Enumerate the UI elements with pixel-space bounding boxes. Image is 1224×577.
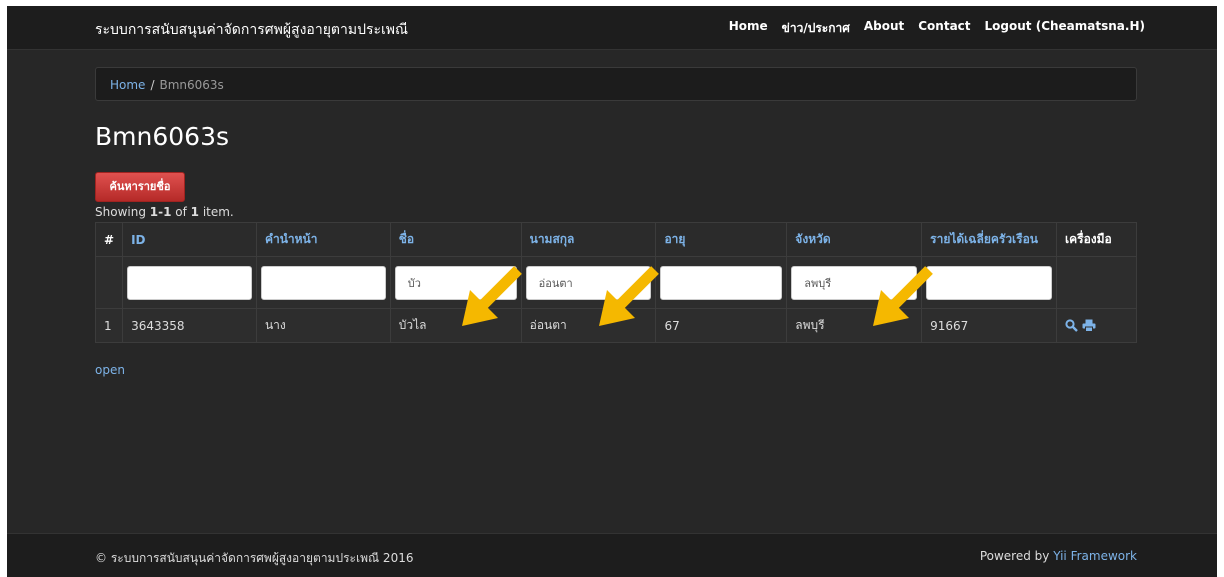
nav-home[interactable]: Home xyxy=(729,19,768,38)
filter-empty-cell xyxy=(1056,256,1137,309)
grid-summary: Showing 1-1 of 1 item. xyxy=(95,205,234,219)
col-header-number: # xyxy=(94,222,124,257)
footer: © ระบบการสนับสนุนค่าจัดการศพผู้สูงอายุตา… xyxy=(7,533,1217,577)
footer-copyright: © ระบบการสนับสนุนค่าจัดการศพผู้สูงอายุตา… xyxy=(95,551,414,565)
annotation-arrow-icon xyxy=(462,266,522,326)
col-header-tools: เครื่องมือ xyxy=(1056,222,1137,257)
search-names-button[interactable]: ค้นหารายชื่อ xyxy=(95,172,185,202)
breadcrumb-separator: / xyxy=(150,78,155,92)
header-row: # ID คำนำหน้า ชื่อ นามสกุล อายุ จังหวัด … xyxy=(94,222,1137,257)
cell-prefix: นาง xyxy=(255,308,391,343)
summary-middle: of xyxy=(171,205,191,219)
col-header-age[interactable]: อายุ xyxy=(655,222,788,257)
cell-number: 1 xyxy=(94,308,124,343)
breadcrumb-home-link[interactable]: Home xyxy=(110,78,145,92)
cell-tools xyxy=(1056,308,1137,343)
app-window: ระบบการสนับสนุนค่าจัดการศพผู้สูงอายุตามป… xyxy=(7,6,1217,577)
filter-age-input[interactable] xyxy=(660,265,783,300)
filter-prefix-input[interactable] xyxy=(260,265,386,300)
search-icon[interactable] xyxy=(1065,319,1078,332)
summary-total: 1 xyxy=(190,205,199,219)
footer-powered-by: Powered by Yii Framework xyxy=(980,549,1137,563)
filter-cell-prefix xyxy=(255,256,391,309)
col-header-id[interactable]: ID xyxy=(122,222,257,257)
nav-links: Home ข่าว/ประกาศ About Contact Logout (C… xyxy=(729,19,1145,38)
yii-framework-link[interactable]: Yii Framework xyxy=(1053,549,1137,563)
footer-powered-label: Powered by xyxy=(979,549,1054,563)
cell-id: 3643358 xyxy=(122,308,257,343)
nav-contact[interactable]: Contact xyxy=(918,19,970,38)
col-header-province[interactable]: จังหวัด xyxy=(786,222,923,257)
filter-income-input[interactable] xyxy=(926,265,1052,300)
nav-about[interactable]: About xyxy=(864,19,904,38)
nav-logout[interactable]: Logout (Cheamatsna.H) xyxy=(985,19,1145,38)
page-title: Bmn6063s xyxy=(95,122,229,151)
summary-suffix: item. xyxy=(199,205,234,219)
filter-cell-income xyxy=(921,256,1057,309)
annotation-arrow-icon xyxy=(873,266,933,326)
cell-income: 91667 xyxy=(921,308,1057,343)
col-header-prefix[interactable]: คำนำหน้า xyxy=(255,222,391,257)
print-icon[interactable] xyxy=(1082,319,1096,332)
col-header-income[interactable]: รายได้เฉลี่ยครัวเรือน xyxy=(921,222,1057,257)
breadcrumb-current: Bmn6063s xyxy=(159,78,224,92)
filter-cell-id xyxy=(122,256,257,309)
filter-id-input[interactable] xyxy=(127,265,252,300)
annotation-arrow-icon xyxy=(599,266,659,326)
summary-prefix: Showing xyxy=(95,205,150,219)
open-link[interactable]: open xyxy=(95,363,125,377)
col-header-last-name[interactable]: นามสกุล xyxy=(520,222,657,257)
nav-news[interactable]: ข่าว/ประกาศ xyxy=(782,19,850,38)
cell-age: 67 xyxy=(655,308,788,343)
navbar: ระบบการสนับสนุนค่าจัดการศพผู้สูงอายุตามป… xyxy=(7,6,1217,50)
breadcrumb: Home / Bmn6063s xyxy=(95,67,1137,101)
row-tools xyxy=(1065,319,1128,332)
brand-title[interactable]: ระบบการสนับสนุนค่าจัดการศพผู้สูงอายุตามป… xyxy=(95,19,408,41)
col-header-first-name[interactable]: ชื่อ xyxy=(389,222,522,257)
summary-range: 1-1 xyxy=(149,205,172,219)
filter-empty-cell xyxy=(94,256,124,309)
filter-cell-age xyxy=(655,256,788,309)
